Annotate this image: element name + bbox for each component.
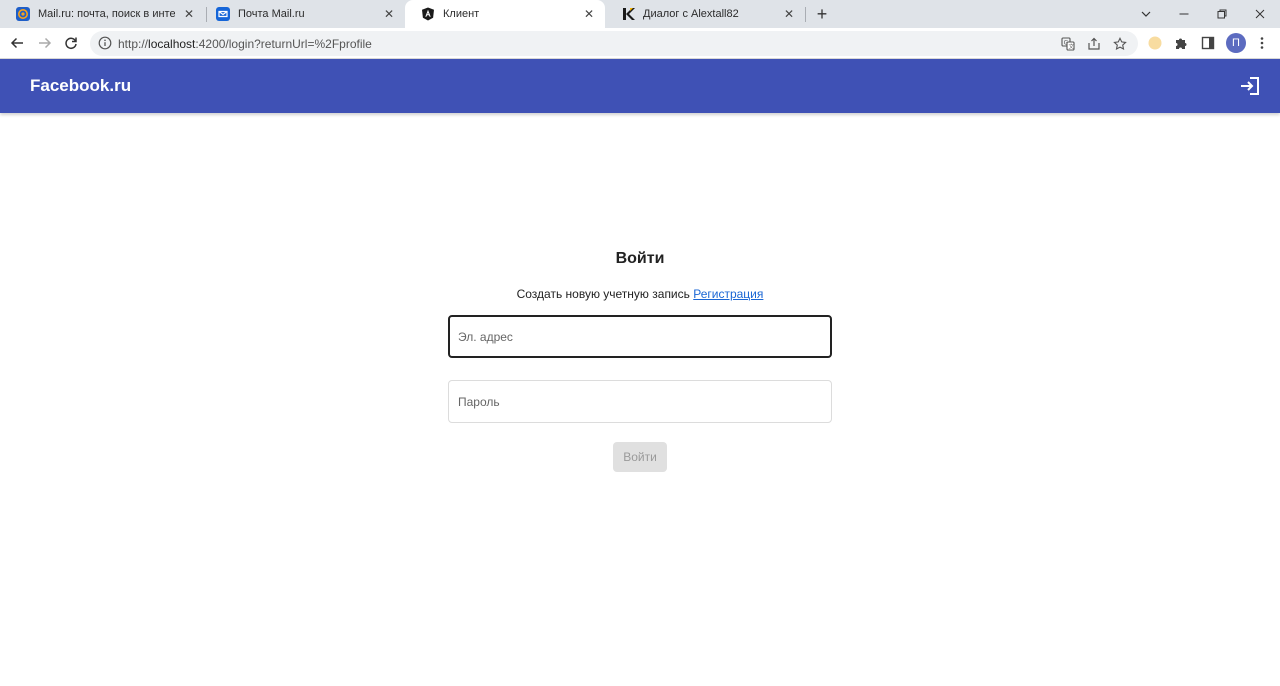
info-icon[interactable] [98, 36, 112, 50]
reload-icon [65, 37, 77, 50]
app-header: Facebook.ru [0, 59, 1280, 113]
login-title: Войти [615, 250, 665, 267]
extension-circle-icon[interactable] [1146, 34, 1164, 52]
password-field [448, 380, 832, 423]
close-icon[interactable]: ✕ [181, 6, 197, 22]
app-brand[interactable]: Facebook.ru [30, 76, 131, 96]
url-path: :4200/login?returnUrl=%2Fprofile [195, 37, 372, 51]
email-input[interactable] [450, 317, 830, 356]
profile-avatar[interactable]: П [1226, 33, 1246, 53]
restore-icon [1217, 9, 1227, 19]
browser-tab-mailru[interactable]: Mail.ru: почта, поиск в интернете ✕ [0, 0, 205, 28]
browser-tab-title: Клиент [443, 8, 480, 20]
address-url: http://localhost:4200/login?returnUrl=%2… [118, 37, 372, 51]
minimize-button[interactable] [1165, 0, 1203, 28]
side-panel-icon[interactable] [1199, 34, 1217, 52]
minimize-icon [1179, 13, 1189, 15]
browser-tab-title: Mail.ru: почта, поиск в интернете [38, 8, 175, 20]
arrow-right-icon [39, 37, 52, 49]
browser-tab-strip: Mail.ru: почта, поиск в интернете ✕ Почт… [0, 0, 1280, 28]
angular-icon [421, 7, 435, 21]
svg-text:文: 文 [1069, 43, 1075, 51]
restore-button[interactable] [1203, 0, 1241, 28]
address-bar[interactable]: http://localhost:4200/login?returnUrl=%2… [90, 31, 1138, 56]
back-button[interactable] [6, 32, 28, 54]
share-icon[interactable] [1086, 36, 1102, 52]
k-logo-icon [621, 7, 635, 21]
reload-button[interactable] [60, 32, 82, 54]
forward-button[interactable] [34, 32, 56, 54]
puzzle-icon[interactable] [1172, 34, 1190, 52]
close-icon [1255, 9, 1265, 19]
browser-tab-title: Диалог с Alextall82 [643, 8, 739, 20]
register-link[interactable]: Регистрация [693, 287, 763, 301]
kebab-menu-icon[interactable] [1253, 34, 1271, 52]
tab-search-button[interactable] [1127, 0, 1165, 28]
browser-tab-client[interactable]: Клиент ✕ [405, 0, 605, 28]
login-submit-button[interactable]: Войти [613, 442, 667, 472]
password-input[interactable] [449, 381, 831, 422]
new-tab-button[interactable]: + [812, 4, 832, 24]
register-prompt: Создать новую учетную запись Регистрация [0, 287, 1280, 301]
url-host: localhost [148, 37, 196, 51]
window-close-button[interactable] [1241, 0, 1279, 28]
login-icon[interactable] [1239, 76, 1261, 96]
mailru-icon [16, 7, 30, 21]
browser-toolbar: http://localhost:4200/login?returnUrl=%2… [0, 28, 1280, 59]
browser-tab-mail[interactable]: Почта Mail.ru ✕ [200, 0, 405, 28]
translate-icon[interactable]: G文 [1060, 36, 1076, 52]
url-prefix: http:// [118, 37, 149, 51]
email-field [448, 315, 832, 358]
chevron-down-icon [1141, 11, 1151, 17]
tab-divider [805, 7, 806, 22]
close-icon[interactable]: ✕ [781, 6, 797, 22]
close-icon[interactable]: ✕ [381, 6, 397, 22]
browser-tab-title: Почта Mail.ru [238, 8, 305, 20]
browser-tab-dialog[interactable]: Диалог с Alextall82 ✕ [605, 0, 805, 28]
star-icon[interactable] [1112, 36, 1128, 52]
arrow-left-icon [10, 37, 23, 49]
mail-envelope-icon [216, 7, 230, 21]
register-prompt-text: Создать новую учетную запись [516, 287, 690, 301]
close-icon[interactable]: ✕ [581, 6, 597, 22]
